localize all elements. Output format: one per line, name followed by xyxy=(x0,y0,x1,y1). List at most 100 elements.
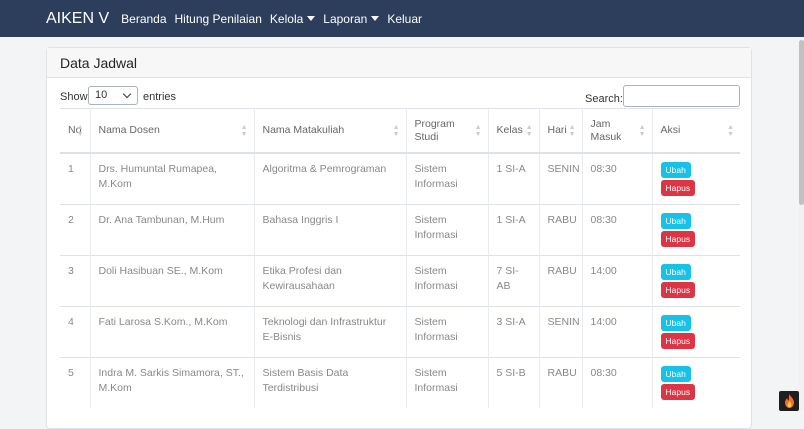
cell-kelas: 1 SI-A xyxy=(487,204,539,256)
cell-prodi: Sistem Informasi xyxy=(405,306,488,358)
sort-arrows-icon: ▲ ▼ xyxy=(638,123,646,138)
table-row: 3 Doli Hasibuan SE., M.Kom Etika Profesi… xyxy=(60,255,740,307)
cell-dosen: Indra M. Sarkis Simamora, ST., M.Kom xyxy=(89,357,254,408)
nav-keluar-label: Keluar xyxy=(387,11,423,26)
header-nama-dosen-label: Nama Dosen xyxy=(98,124,160,136)
sort-arrows-icon: ▲ ▼ xyxy=(76,123,84,138)
delete-button[interactable]: Hapus xyxy=(660,333,696,349)
nav-kelola-dropdown[interactable]: Kelola xyxy=(269,11,316,26)
cell-dosen: Dr. Ana Tambunan, M.Hum xyxy=(89,204,254,256)
header-hari-label: Hari xyxy=(547,124,567,136)
cell-prodi: Sistem Informasi xyxy=(405,357,488,408)
cell-jam: 08:30 xyxy=(581,152,652,205)
search-label: Search: xyxy=(585,93,623,105)
sort-arrows-icon: ▲ ▼ xyxy=(240,123,248,138)
table-row: 5 Indra M. Sarkis Simamora, ST., M.Kom S… xyxy=(60,357,740,408)
nav-hitung-penilaian-label: Hitung Penilaian xyxy=(174,11,262,26)
nav-keluar[interactable]: Keluar xyxy=(387,12,422,26)
table-toolbar: Show 10 entries Search: xyxy=(47,85,751,109)
edit-button[interactable]: Ubah xyxy=(660,315,691,331)
cell-kelas: 3 SI-A xyxy=(487,306,539,358)
header-nama-matakuliah-label: Nama Matakuliah xyxy=(262,124,345,136)
cell-kelas: 7 SI-AB xyxy=(487,255,539,307)
table-row: 1 Drs. Humuntal Rumapea, M.Kom Algoritma… xyxy=(60,152,740,205)
cell-no: 4 xyxy=(60,306,90,358)
cell-matakuliah: Bahasa Inggris I xyxy=(253,204,406,256)
entries-label: entries xyxy=(143,91,177,103)
cell-prodi: Sistem Informasi xyxy=(405,255,488,307)
delete-button[interactable]: Hapus xyxy=(660,282,696,298)
cell-jam: 14:00 xyxy=(581,306,652,358)
header-aksi-label: Aksi xyxy=(660,124,681,136)
scrollbar-thumb[interactable] xyxy=(799,40,804,205)
cell-hari: SENIN xyxy=(538,152,582,205)
header-program-studi-label: Program Studi xyxy=(414,117,455,143)
cell-prodi: Sistem Informasi xyxy=(405,152,488,205)
sort-arrows-icon: ▲ ▼ xyxy=(474,123,482,138)
card-title: Data Jadwal xyxy=(60,54,138,71)
card-header: Data Jadwal xyxy=(47,48,751,78)
show-label: Show xyxy=(60,91,88,103)
cell-dosen: Fati Larosa S.Kom., M.Kom xyxy=(89,306,254,358)
delete-button[interactable]: Hapus xyxy=(660,180,696,196)
cell-dosen: Drs. Humuntal Rumapea, M.Kom xyxy=(89,152,254,205)
header-nama-matakuliah[interactable]: Nama Matakuliah ▲ ▼ xyxy=(253,108,406,154)
delete-button[interactable]: Hapus xyxy=(660,231,696,247)
header-kelas[interactable]: Kelas ▲ ▼ xyxy=(487,108,539,154)
entries-select[interactable]: 10 xyxy=(88,86,138,105)
nav-beranda[interactable]: Beranda xyxy=(121,12,166,26)
delete-button[interactable]: Hapus xyxy=(660,384,696,400)
flame-icon[interactable] xyxy=(779,391,799,411)
entries-select-value: 10 xyxy=(95,89,108,101)
sort-arrows-icon: ▲ ▼ xyxy=(727,123,734,138)
brand-logo[interactable]: AIKEN V xyxy=(46,10,109,28)
nav-hitung-penilaian[interactable]: Hitung Penilaian xyxy=(175,12,262,26)
edit-button[interactable]: Ubah xyxy=(660,213,691,229)
cell-matakuliah: Teknologi dan Infrastruktur E-Bisnis xyxy=(253,306,406,358)
header-jam-masuk-label: Jam Masuk xyxy=(590,117,622,143)
header-aksi[interactable]: Aksi ▲ ▼ xyxy=(651,108,740,154)
cell-matakuliah: Algoritma & Pemrograman xyxy=(253,152,406,205)
nav-beranda-label: Beranda xyxy=(121,11,167,26)
sort-arrows-icon: ▲ ▼ xyxy=(525,123,533,138)
cell-no: 1 xyxy=(60,152,90,205)
table-header-row: No ▲ ▼ Nama Dosen ▲ ▼ Nama Matakuliah ▲ ▼ Prog… xyxy=(60,108,740,154)
sort-arrows-icon: ▲ ▼ xyxy=(392,123,400,138)
edit-button[interactable]: Ubah xyxy=(660,366,691,382)
cell-hari: RABU xyxy=(538,204,582,256)
jadwal-table: No ▲ ▼ Nama Dosen ▲ ▼ Nama Matakuliah ▲ ▼ Prog… xyxy=(60,108,740,408)
flame-icon-graphic xyxy=(784,394,794,408)
cell-hari: RABU xyxy=(538,357,582,408)
nav-laporan-dropdown[interactable]: Laporan xyxy=(323,12,380,26)
cell-matakuliah: Sistem Basis Data Terdistribusi xyxy=(253,357,406,408)
caret-down-icon xyxy=(307,16,316,21)
cell-prodi: Sistem Informasi xyxy=(405,204,488,256)
header-program-studi[interactable]: Program Studi ▲ ▼ xyxy=(405,108,488,154)
edit-button[interactable]: Ubah xyxy=(660,162,691,178)
top-navbar: AIKEN V Beranda Hitung Penilaian Kelola … xyxy=(0,0,804,37)
caret-down-icon xyxy=(371,16,380,21)
nav-kelola-label: Kelola xyxy=(269,11,304,26)
cell-hari: SENIN xyxy=(538,306,582,358)
header-hari[interactable]: Hari ▲ ▼ xyxy=(538,108,582,154)
cell-matakuliah: Etika Profesi dan Kewirausahaan xyxy=(253,255,406,307)
cell-jam: 08:30 xyxy=(581,357,652,408)
cell-no: 2 xyxy=(60,204,90,256)
cell-jam: 14:00 xyxy=(581,255,652,307)
header-nama-dosen[interactable]: Nama Dosen ▲ ▼ xyxy=(89,108,254,154)
sort-arrows-icon: ▲ ▼ xyxy=(568,123,576,138)
chevron-down-icon xyxy=(122,89,132,99)
edit-button[interactable]: Ubah xyxy=(660,264,691,280)
cell-kelas: 5 SI-B xyxy=(487,357,539,408)
cell-no: 5 xyxy=(60,357,90,408)
cell-jam: 08:30 xyxy=(581,204,652,256)
search-input[interactable] xyxy=(623,85,740,107)
header-no[interactable]: No ▲ ▼ xyxy=(60,108,90,154)
cell-aksi: Ubah Hapus xyxy=(651,152,740,205)
data-jadwal-card: Data Jadwal Show 10 entries Search: No ▲ ▼… xyxy=(46,47,752,429)
header-kelas-label: Kelas xyxy=(496,124,523,136)
cell-aksi: Ubah Hapus xyxy=(651,255,740,307)
header-jam-masuk[interactable]: Jam Masuk ▲ ▼ xyxy=(581,108,652,154)
cell-hari: RABU xyxy=(538,255,582,307)
table-row: 2 Dr. Ana Tambunan, M.Hum Bahasa Inggris… xyxy=(60,204,740,256)
